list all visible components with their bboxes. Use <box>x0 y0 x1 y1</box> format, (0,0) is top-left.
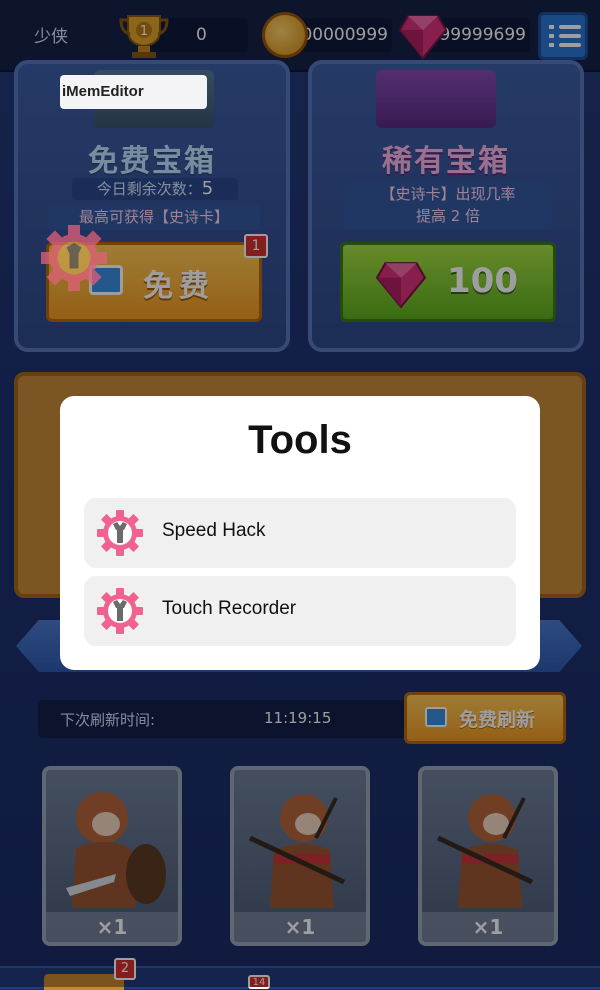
gear-wrench-icon <box>97 510 143 556</box>
tool-touch-recorder[interactable]: Touch Recorder <box>84 576 516 646</box>
gear-wrench-icon <box>97 588 143 634</box>
app-label: iMemEditor <box>60 75 207 109</box>
tool-speed-hack[interactable]: Speed Hack <box>84 498 516 568</box>
game-screen: 少侠 0 1 100000999 99999699 免费宝箱 今日剩余次数：5 … <box>0 0 600 990</box>
tool-label: Speed Hack <box>162 520 266 541</box>
tool-label: Touch Recorder <box>162 598 297 619</box>
modal-title: Tools <box>248 418 352 462</box>
tools-modal: Tools Speed Hack Touch Recorder <box>60 396 540 670</box>
floating-gear-wrench-icon[interactable] <box>38 222 110 294</box>
